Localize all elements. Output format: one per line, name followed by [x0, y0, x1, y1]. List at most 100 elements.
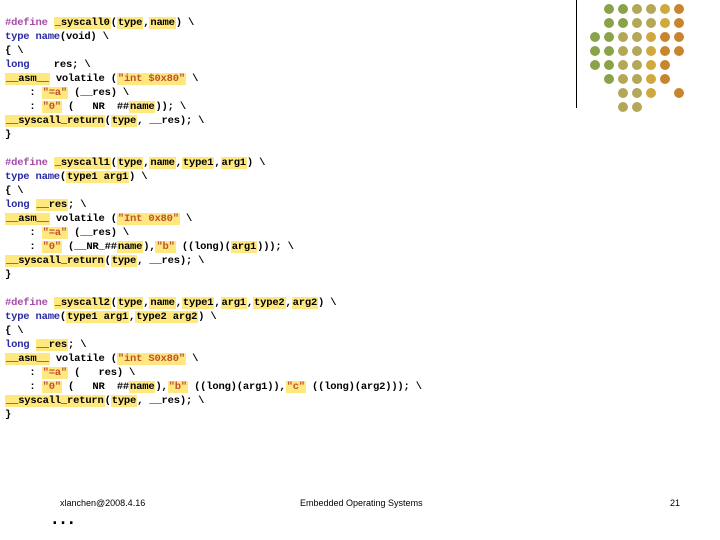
t: { \ [5, 185, 23, 197]
t: type name [5, 171, 60, 183]
t: volatile ( [50, 73, 117, 85]
t: , [214, 157, 220, 169]
t: ), [155, 381, 167, 393]
dot-icon [646, 74, 656, 84]
t: ; \ [68, 339, 86, 351]
t: "=a" [42, 227, 68, 239]
t: #define [5, 157, 54, 169]
dot-icon [660, 46, 670, 56]
t: (__res) \ [68, 227, 129, 239]
t: type1 [182, 297, 215, 309]
t: } [5, 129, 11, 141]
t: , [286, 297, 292, 309]
dot-icon [632, 46, 642, 56]
dot-icon [604, 60, 614, 70]
t: { \ [5, 45, 23, 57]
t: __syscall_return [5, 115, 105, 127]
t: ) \ [176, 17, 194, 29]
dot-icon [604, 74, 614, 84]
dot-icon [646, 18, 656, 28]
t: : [5, 87, 42, 99]
t: \ [186, 353, 198, 365]
t: (__NR_## [62, 241, 117, 253]
t: ( [111, 157, 117, 169]
t: volatile ( [50, 213, 117, 225]
dot-icon [674, 46, 684, 56]
dot-icon [660, 4, 670, 14]
divider-vline [576, 0, 577, 108]
dot-icon [618, 4, 628, 14]
t: long [5, 339, 36, 351]
t: ( [105, 395, 111, 407]
t: "0" [42, 241, 62, 253]
t: { \ [5, 325, 23, 337]
t: , [176, 297, 182, 309]
dot-icon [674, 4, 684, 14]
dot-icon [590, 60, 600, 70]
code-block: #define _syscall0(type,name) \ type name… [5, 2, 485, 422]
t: arg2 [292, 297, 318, 309]
dot-icon [632, 88, 642, 98]
t: "c" [286, 381, 306, 393]
dot-icon [646, 88, 656, 98]
t: __asm__ [5, 213, 50, 225]
t: arg1 [231, 241, 257, 253]
dot-icon [590, 32, 600, 42]
t: long [5, 199, 36, 211]
dot-icon [660, 32, 670, 42]
t: type [117, 297, 143, 309]
t: (__res) \ [68, 87, 129, 99]
t: type [111, 395, 137, 407]
t: ((long)(arg1)), [188, 381, 286, 393]
dot-icon [604, 4, 614, 14]
t: "=a" [42, 87, 68, 99]
t: type1 arg1 [66, 171, 129, 183]
dot-icon [618, 18, 628, 28]
t: ( NR ## [62, 101, 129, 113]
t: ( [111, 297, 117, 309]
dot-icon [674, 32, 684, 42]
t: type2 [253, 297, 286, 309]
t: , __res); \ [137, 115, 204, 127]
t: type2 arg2 [135, 311, 198, 323]
dot-icon [618, 46, 628, 56]
t: __asm__ [5, 73, 50, 85]
t: ( res) \ [68, 367, 135, 379]
decorative-dots-grid [590, 4, 686, 114]
t: \ [180, 213, 192, 225]
t: , [176, 157, 182, 169]
dot-icon [618, 32, 628, 42]
t: type [111, 115, 137, 127]
t: "b" [168, 381, 188, 393]
t: type name [5, 311, 60, 323]
t: arg1 [221, 157, 247, 169]
t: name [117, 241, 143, 253]
dot-icon [618, 74, 628, 84]
t: , __res); \ [137, 395, 204, 407]
dot-icon [674, 18, 684, 28]
dot-icon [646, 60, 656, 70]
t: "=a" [42, 367, 68, 379]
t: , [214, 297, 220, 309]
t: name [149, 157, 175, 169]
footer-title: Embedded Operating Systems [300, 498, 423, 508]
t: ((long)(arg2))); \ [306, 381, 422, 393]
t: "int S0x80" [117, 353, 186, 365]
t: "0" [42, 381, 62, 393]
t: } [5, 409, 11, 421]
t: type1 [182, 157, 215, 169]
t: : [5, 101, 42, 113]
t: name [129, 101, 155, 113]
t: volatile ( [50, 353, 117, 365]
t: : [5, 367, 42, 379]
dot-icon [632, 18, 642, 28]
t: name [149, 297, 175, 309]
t: (void) \ [60, 31, 109, 43]
t: _syscall0 [54, 17, 111, 29]
t: ( [105, 115, 111, 127]
t: __res [36, 199, 69, 211]
dot-icon [618, 102, 628, 112]
t: ) \ [318, 297, 336, 309]
t: type name [5, 31, 60, 43]
dot-icon [632, 60, 642, 70]
